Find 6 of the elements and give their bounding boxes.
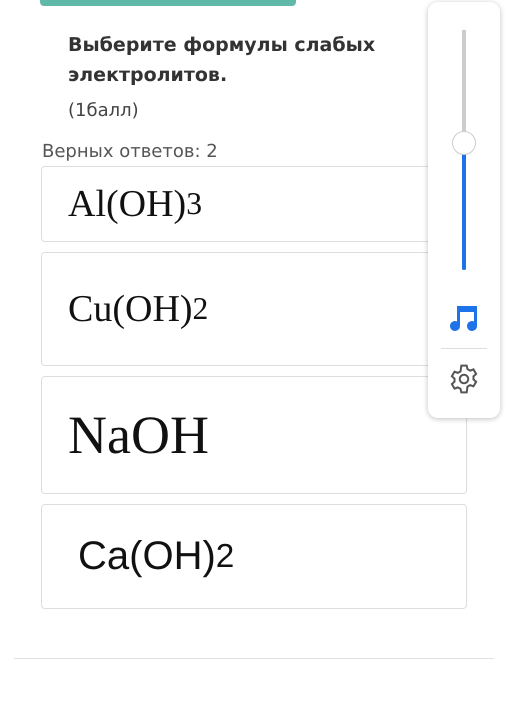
settings-icon[interactable] — [448, 363, 480, 395]
question-title: Выберите формулы слабых электролитов. — [68, 33, 376, 88]
question-points: (1балл) — [68, 100, 139, 121]
answers-hint: Верных ответов: 2 — [42, 141, 218, 162]
answer-option[interactable]: NaOH — [41, 376, 467, 494]
slider-thumb[interactable] — [452, 130, 476, 155]
